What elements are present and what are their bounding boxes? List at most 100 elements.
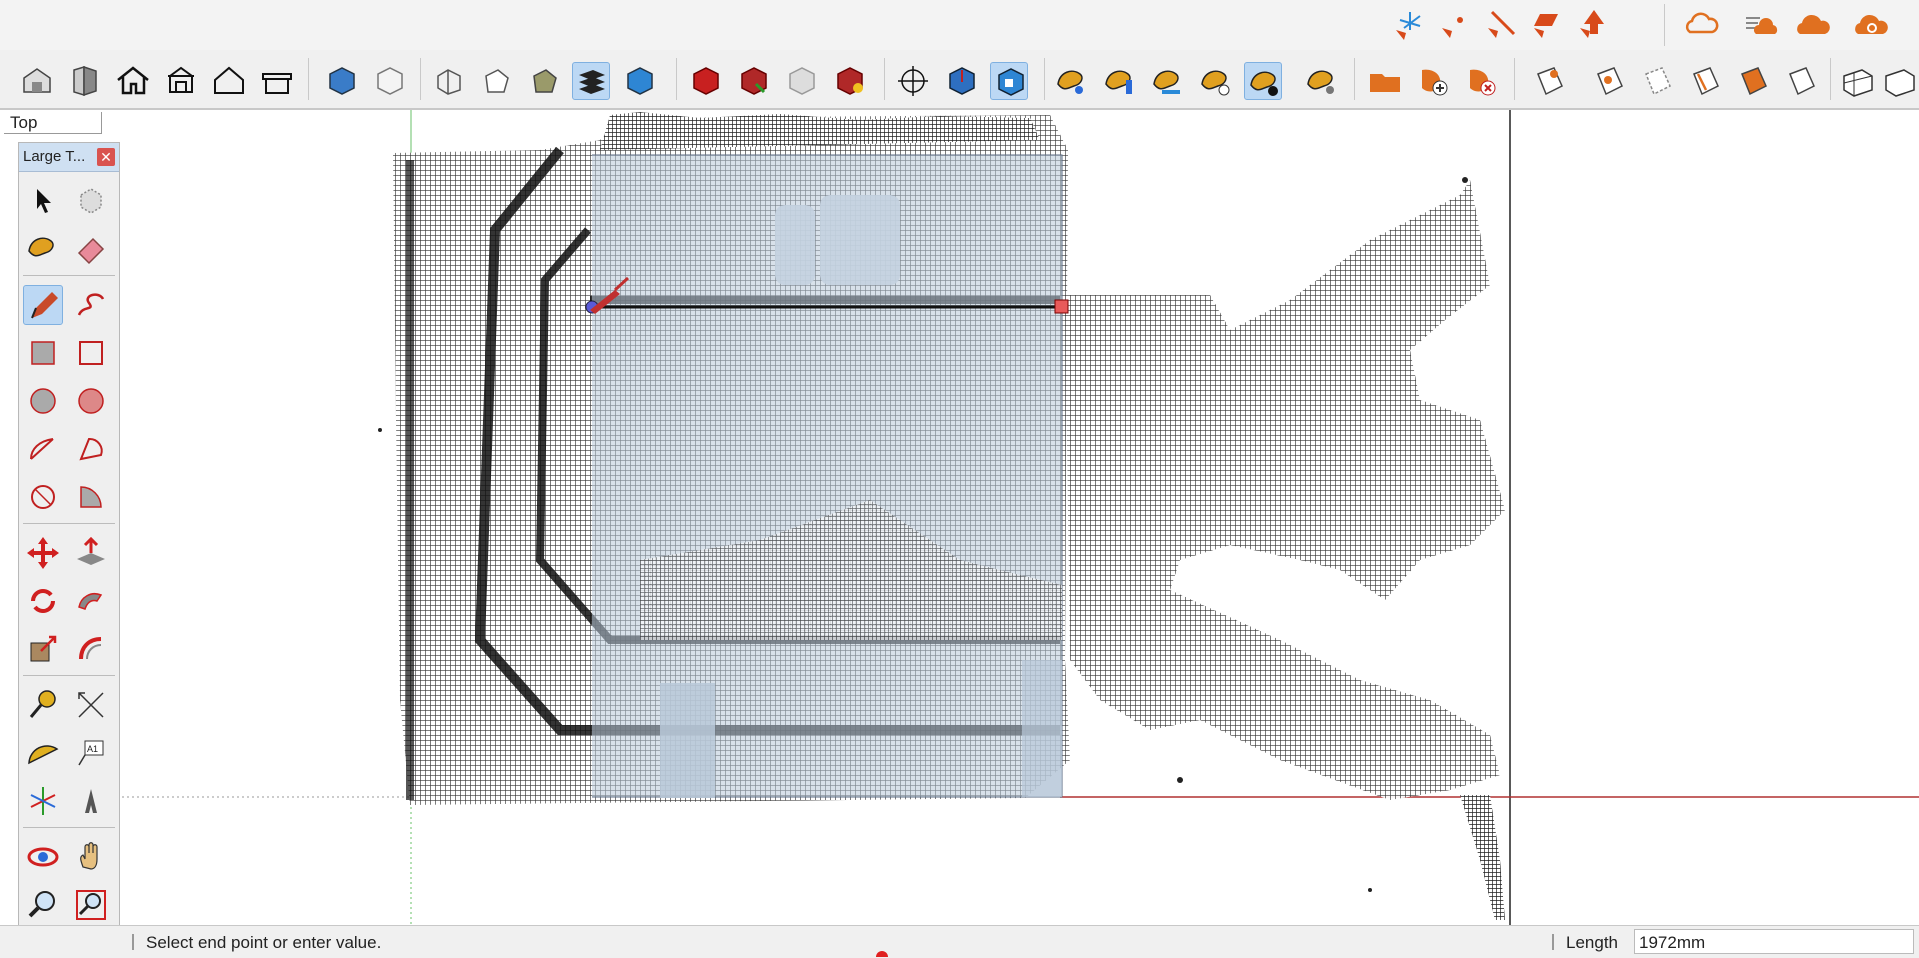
measurements-label: Length [1566,933,1618,952]
scene-tab-top[interactable]: Top [4,112,102,134]
arc-icon[interactable] [23,429,63,469]
cloud-outline-icon[interactable] [1682,6,1720,44]
palette-title: Large T... ✕ [19,143,119,172]
house-icon[interactable] [114,62,152,100]
pencil-icon[interactable] [23,285,63,325]
shaded-view-icon[interactable] [478,62,516,100]
home-outline-icon[interactable] [210,62,248,100]
arrow-tool-icon[interactable] [1574,6,1612,44]
pan-icon[interactable] [71,837,111,877]
store-icon[interactable] [66,62,104,100]
scale-icon[interactable] [23,629,63,669]
remove-component-icon[interactable] [1462,62,1500,100]
warehouse-icon[interactable] [18,62,56,100]
status-bar: Select end point or enter value. Length … [0,925,1919,958]
paint-settings-icon[interactable] [1302,62,1340,100]
layers-icon[interactable] [572,62,610,100]
scene-grid-alt-icon[interactable] [1880,62,1918,100]
3d-text-icon[interactable] [71,781,111,821]
palette-separator [23,523,115,524]
textured-view-icon[interactable] [526,62,564,100]
select-icon[interactable] [23,181,63,221]
toolbar-separator [1514,58,1515,100]
add-component-icon[interactable] [1414,62,1452,100]
toolbar-separator [1044,58,1045,100]
toolbar-separator [1664,4,1665,46]
axes-icon[interactable] [23,781,63,821]
zoom-icon[interactable] [23,885,63,925]
large-tool-set-palette: Large T... ✕ A1 [18,142,120,942]
status-grip [132,934,134,950]
move-icon[interactable] [23,533,63,573]
axes-tool-icon[interactable] [1390,6,1428,44]
status-message: Select end point or enter value. [146,933,382,952]
paint-texture-icon[interactable] [1100,62,1138,100]
cloud-settings-icon[interactable] [1852,6,1890,44]
palette-separator [23,675,115,676]
rectangle-icon[interactable] [23,333,63,373]
toolbar-separator [1354,58,1355,100]
push-pull-icon[interactable] [71,533,111,573]
section-fill-icon[interactable] [830,62,868,100]
tag-edit-icon[interactable] [1686,62,1724,100]
protractor-icon[interactable] [23,733,63,773]
dimension-icon[interactable] [71,685,111,725]
scene-grid-icon[interactable] [1838,62,1876,100]
recording-indicator [876,951,888,957]
rotate-icon[interactable] [23,581,63,621]
line-tool-icon[interactable] [1482,6,1520,44]
wireframe-view-icon[interactable] [430,62,468,100]
tag-outline-icon[interactable] [1782,62,1820,100]
tag-view-icon[interactable] [1590,62,1628,100]
section-plane-icon[interactable] [686,62,724,100]
offset-icon[interactable] [71,629,111,669]
plane-tool-icon[interactable] [1528,6,1566,44]
section-cut-icon[interactable] [782,62,820,100]
iso-view-icon[interactable] [322,62,360,100]
paint-color-icon[interactable] [1052,62,1090,100]
follow-me-icon[interactable] [71,581,111,621]
house-alt-icon[interactable] [162,62,200,100]
model-viewport[interactable] [102,110,1919,925]
paint-contrast-icon[interactable] [1244,62,1282,100]
close-icon[interactable]: ✕ [97,148,115,166]
pie-icon[interactable] [71,429,111,469]
eraser-icon[interactable] [71,229,111,269]
text-icon[interactable]: A1 [71,733,111,773]
palette-title-text: Large T... [23,148,86,165]
circle-icon[interactable] [23,381,63,421]
paint-bucket-icon[interactable] [23,229,63,269]
front-view-icon[interactable] [370,62,408,100]
tag-icon[interactable] [1530,62,1568,100]
polygon-icon[interactable] [71,381,111,421]
cloud-layers-icon[interactable] [1742,6,1780,44]
position-camera-icon[interactable] [942,62,980,100]
paint-water-icon[interactable] [1148,62,1186,100]
open-folder-icon[interactable] [1366,62,1404,100]
freehand-icon[interactable] [71,285,111,325]
zoom-window-icon[interactable] [71,885,111,925]
toolbar-separator [884,58,885,100]
rotated-rectangle-icon[interactable] [71,333,111,373]
top-toolbar-row1 [0,0,1919,50]
component-icon[interactable] [71,181,111,221]
garage-icon[interactable] [258,62,296,100]
paint-z-icon[interactable] [1196,62,1234,100]
tape-measure-icon[interactable] [23,685,63,725]
cloud-solid-icon[interactable] [1794,6,1832,44]
svg-text:A1: A1 [87,744,98,754]
toolbar-separator [676,58,677,100]
walk-icon[interactable] [990,62,1028,100]
point-cloud-model [102,110,1919,925]
style-builder-icon[interactable] [894,62,932,100]
tag-dashed-icon[interactable] [1638,62,1676,100]
orbit-icon[interactable] [23,837,63,877]
display-section-icon[interactable] [734,62,772,100]
dimension-tool-icon[interactable] [1436,6,1474,44]
two-point-arc-icon[interactable] [23,477,63,517]
tag-color-icon[interactable] [1734,62,1772,100]
toolbar-separator [420,58,421,100]
monochrome-icon[interactable] [620,62,658,100]
measurements-input[interactable]: 1972mm [1634,929,1914,954]
three-point-arc-icon[interactable] [71,477,111,517]
